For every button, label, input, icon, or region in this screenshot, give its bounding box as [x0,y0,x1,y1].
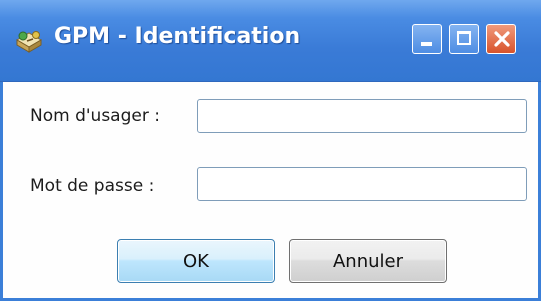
cancel-button[interactable]: Annuler [289,239,447,283]
maximize-button[interactable] [449,24,479,54]
password-field[interactable] [197,167,527,201]
close-icon [494,31,510,47]
ok-button-label: OK [183,250,209,272]
username-label: Nom d'usager : [30,106,160,126]
username-field[interactable] [197,99,527,133]
password-label: Mot de passe : [30,176,155,196]
window-title: GPM - Identification [54,24,301,49]
close-button[interactable] [486,24,516,54]
gpm-app-icon [16,31,42,53]
minimize-icon [421,42,432,46]
title-bar[interactable]: GPM - Identification [0,0,541,82]
ok-button[interactable]: OK [117,239,275,283]
cancel-button-label: Annuler [332,250,403,272]
maximize-icon [457,31,471,45]
minimize-button[interactable] [412,24,442,54]
login-dialog: GPM - Identification Nom d'usager : Mot … [0,0,541,301]
